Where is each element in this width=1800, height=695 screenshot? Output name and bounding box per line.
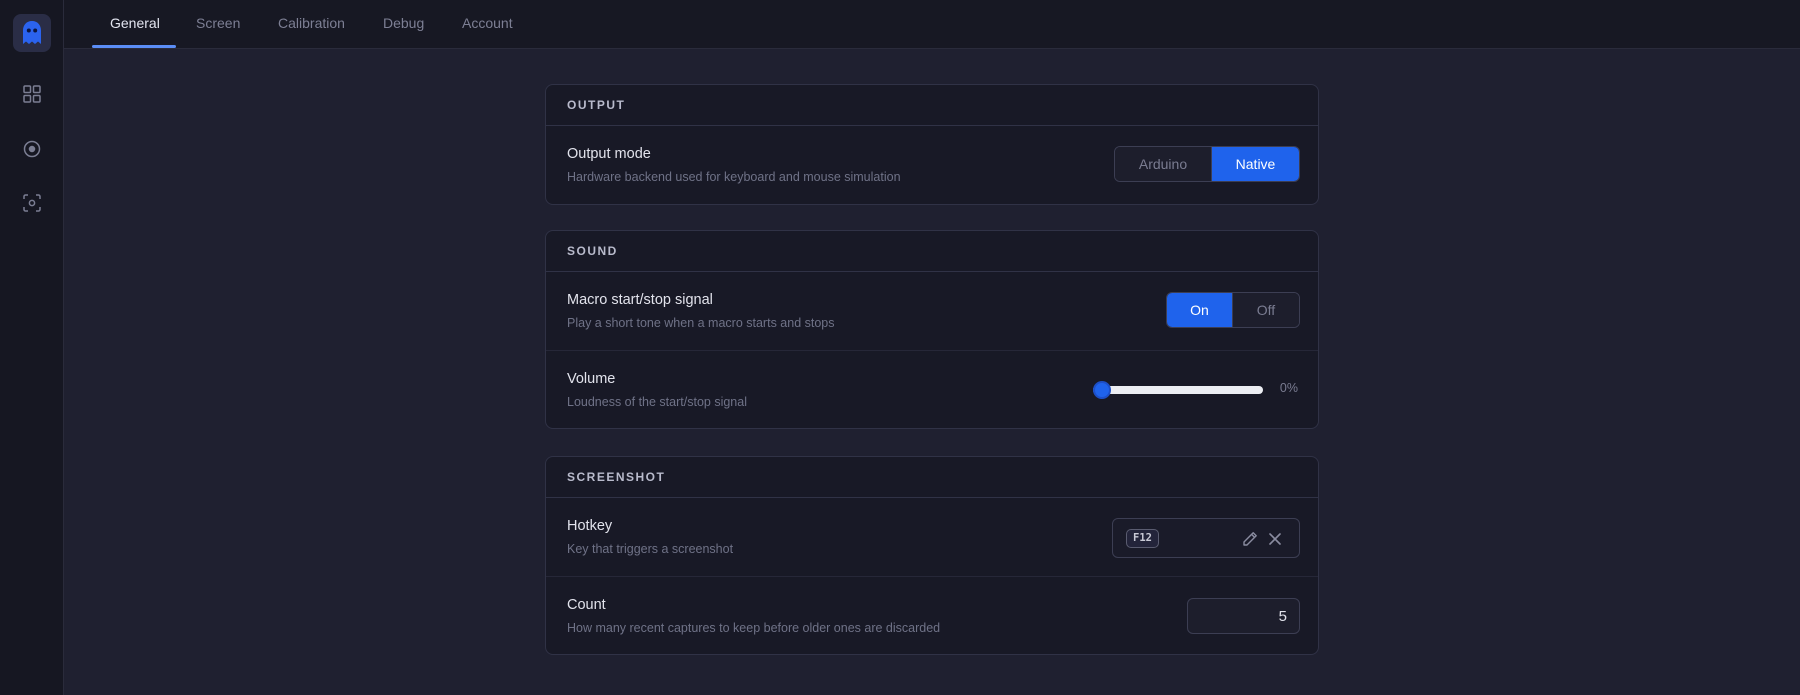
target-icon[interactable]	[18, 135, 46, 163]
hotkey-description: Key that triggers a screenshot	[567, 542, 734, 556]
top-tab-bar: General Screen Calibration Debug Account	[64, 0, 1800, 49]
close-icon[interactable]	[1266, 530, 1284, 548]
output-card: OUTPUT Output mode Hardware backend used…	[545, 84, 1319, 205]
output-mode-row: Output mode Hardware backend used for ke…	[546, 126, 1318, 204]
signal-title: Macro start/stop signal	[567, 292, 713, 308]
pencil-icon[interactable]	[1241, 530, 1259, 548]
count-input[interactable]	[1187, 598, 1300, 634]
signal-on-button[interactable]: On	[1167, 293, 1232, 327]
grid-icon[interactable]	[18, 80, 46, 108]
count-row: Count How many recent captures to keep b…	[546, 576, 1318, 654]
screenshot-card: SCREENSHOT Hotkey Key that triggers a sc…	[545, 456, 1319, 655]
tab-calibration[interactable]: Calibration	[278, 0, 345, 49]
signal-row: Macro start/stop signal Play a short ton…	[546, 272, 1318, 350]
sidebar	[0, 0, 64, 695]
signal-off-button[interactable]: Off	[1232, 293, 1299, 327]
hotkey-key-chip: F12	[1126, 529, 1159, 548]
sound-card: SOUND Macro start/stop signal Play a sho…	[545, 230, 1319, 429]
section-header-output: OUTPUT	[546, 85, 1318, 126]
volume-value: 0%	[1279, 381, 1298, 395]
volume-slider-thumb[interactable]	[1093, 381, 1111, 399]
output-mode-title: Output mode	[567, 146, 651, 162]
section-header-sound: SOUND	[546, 231, 1318, 272]
active-tab-indicator	[92, 45, 176, 48]
scan-icon[interactable]	[18, 189, 46, 217]
tab-general[interactable]: General	[110, 0, 160, 49]
output-mode-arduino-button[interactable]: Arduino	[1115, 147, 1211, 181]
signal-description: Play a short tone when a macro starts an…	[567, 316, 835, 330]
volume-slider-track	[1093, 386, 1263, 394]
section-header-screenshot: SCREENSHOT	[546, 457, 1318, 498]
volume-row: Volume Loudness of the start/stop signal…	[546, 350, 1318, 428]
output-mode-native-button[interactable]: Native	[1211, 147, 1299, 181]
volume-title: Volume	[567, 371, 616, 387]
app-window: General Screen Calibration Debug Account…	[0, 0, 1800, 695]
hotkey-row: Hotkey Key that triggers a screenshot F1…	[546, 498, 1318, 576]
tab-screen[interactable]: Screen	[196, 0, 240, 49]
hotkey-field[interactable]: F12	[1112, 518, 1300, 558]
ghost-logo-icon[interactable]	[13, 14, 51, 52]
tab-debug[interactable]: Debug	[383, 0, 424, 49]
hotkey-title: Hotkey	[567, 518, 613, 534]
count-title: Count	[567, 597, 606, 613]
output-mode-toggle: Arduino Native	[1114, 146, 1300, 182]
signal-toggle: On Off	[1166, 292, 1300, 328]
tab-account[interactable]: Account	[462, 0, 513, 49]
count-description: How many recent captures to keep before …	[567, 621, 941, 635]
volume-description: Loudness of the start/stop signal	[567, 395, 747, 409]
volume-slider[interactable]	[1093, 381, 1263, 399]
output-mode-description: Hardware backend used for keyboard and m…	[567, 170, 901, 184]
